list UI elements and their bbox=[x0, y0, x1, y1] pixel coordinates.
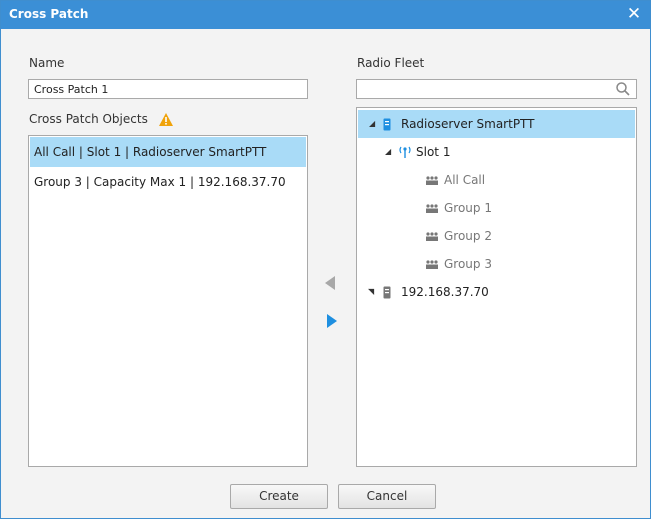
list-item[interactable]: Group 3 | Capacity Max 1 | 192.168.37.70 bbox=[30, 167, 306, 197]
name-input[interactable] bbox=[28, 79, 308, 99]
tree-item-label: Group 3 bbox=[444, 257, 492, 271]
cross-patch-objects-label: Cross Patch Objects bbox=[29, 112, 148, 126]
tree-item-group-3[interactable]: Group 3 bbox=[358, 250, 635, 278]
warning-icon bbox=[159, 113, 173, 126]
collapsed-triangle-icon[interactable]: ◥ bbox=[368, 278, 374, 306]
tree-item-all-call[interactable]: All Call bbox=[358, 166, 635, 194]
tree-item-label: 192.168.37.70 bbox=[401, 285, 489, 299]
arrow-right-icon[interactable] bbox=[327, 314, 337, 328]
search-icon[interactable] bbox=[615, 81, 631, 97]
group-icon bbox=[426, 232, 438, 241]
antenna-icon bbox=[399, 146, 411, 158]
group-icon bbox=[426, 204, 438, 213]
fleet-search-input[interactable] bbox=[356, 79, 637, 99]
close-icon[interactable]: ✕ bbox=[624, 4, 644, 24]
tree-item-slot-1[interactable]: ◢ Slot 1 bbox=[358, 138, 635, 166]
tree-item-label: Group 2 bbox=[444, 229, 492, 243]
tree-item-group-1[interactable]: Group 1 bbox=[358, 194, 635, 222]
radio-server-icon bbox=[383, 286, 391, 299]
tree-item-radioserver-smartptt[interactable]: ◢ Radioserver SmartPTT bbox=[358, 110, 635, 138]
list-item[interactable]: All Call | Slot 1 | Radioserver SmartPTT bbox=[30, 137, 306, 167]
tree-item-label: Radioserver SmartPTT bbox=[401, 117, 535, 131]
tree-item-group-2[interactable]: Group 2 bbox=[358, 222, 635, 250]
tree-item-192-168-37-70[interactable]: ◥ 192.168.37.70 bbox=[358, 278, 635, 306]
dialog-title: Cross Patch bbox=[9, 7, 89, 21]
radio-server-icon bbox=[383, 118, 391, 131]
list-item-label: Group 3 | Capacity Max 1 | 192.168.37.70 bbox=[34, 175, 286, 189]
radio-fleet-label: Radio Fleet bbox=[357, 56, 425, 70]
tree-item-label: Slot 1 bbox=[416, 145, 451, 159]
list-item-label: All Call | Slot 1 | Radioserver SmartPTT bbox=[34, 145, 267, 159]
group-icon bbox=[426, 260, 438, 269]
cancel-button[interactable]: Cancel bbox=[338, 484, 436, 509]
tree-item-label: All Call bbox=[444, 173, 486, 187]
expand-triangle-icon[interactable]: ◢ bbox=[369, 110, 375, 138]
cross-patch-objects-list[interactable]: All Call | Slot 1 | Radioserver SmartPTT… bbox=[28, 135, 308, 467]
create-button[interactable]: Create bbox=[230, 484, 328, 509]
radio-fleet-tree[interactable]: ◢ Radioserver SmartPTT ◢ Slot 1 All Call… bbox=[356, 107, 637, 467]
tree-item-label: Group 1 bbox=[444, 201, 492, 215]
group-icon bbox=[426, 176, 438, 185]
cross-patch-dialog: Cross Patch ✕ Name Cross Patch Objects A… bbox=[0, 0, 651, 519]
title-bar[interactable]: Cross Patch ✕ bbox=[1, 1, 650, 29]
expand-triangle-icon[interactable]: ◢ bbox=[385, 138, 391, 166]
arrow-left-icon[interactable] bbox=[325, 276, 335, 290]
name-label: Name bbox=[29, 56, 65, 70]
